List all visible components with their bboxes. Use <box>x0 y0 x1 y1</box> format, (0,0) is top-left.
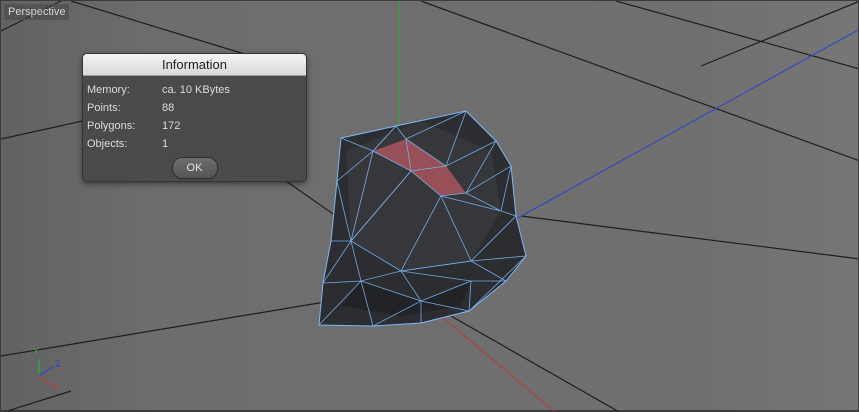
memory-value: ca. 10 KBytes <box>162 84 230 96</box>
trash-bag-mesh <box>318 110 528 327</box>
info-rows: Memory: ca. 10 KBytes Points: 88 Polygon… <box>83 76 306 153</box>
info-row-memory: Memory: ca. 10 KBytes <box>87 81 306 99</box>
info-row-objects: Objects: 1 <box>87 135 306 153</box>
z-axis-line <box>515 29 858 220</box>
dialog-title[interactable]: Information <box>83 54 306 76</box>
info-row-polygons: Polygons: 172 <box>87 117 306 135</box>
points-label: Points: <box>87 102 121 114</box>
polygons-value: 172 <box>162 120 181 132</box>
objects-label: Objects: <box>87 138 128 150</box>
gizmo-y-label: Y <box>33 346 40 356</box>
axis-gizmo <box>38 359 54 386</box>
gizmo-z-label: Z <box>55 359 61 369</box>
viewport-label[interactable]: Perspective <box>4 4 70 20</box>
points-value: 88 <box>162 102 175 114</box>
info-row-points: Points: 88 <box>87 99 306 117</box>
objects-value: 1 <box>162 138 169 150</box>
perspective-viewport[interactable]: Y Z X Perspective Information Memory: ca… <box>0 0 859 412</box>
x-axis-line <box>440 315 555 411</box>
ok-button[interactable]: OK <box>171 157 218 179</box>
ok-wrap: OK <box>83 157 306 179</box>
memory-label: Memory: <box>87 84 130 96</box>
polygons-label: Polygons: <box>87 120 136 132</box>
gizmo-x-label: X <box>52 382 59 392</box>
information-dialog: Information Memory: ca. 10 KBytes Points… <box>82 53 307 182</box>
